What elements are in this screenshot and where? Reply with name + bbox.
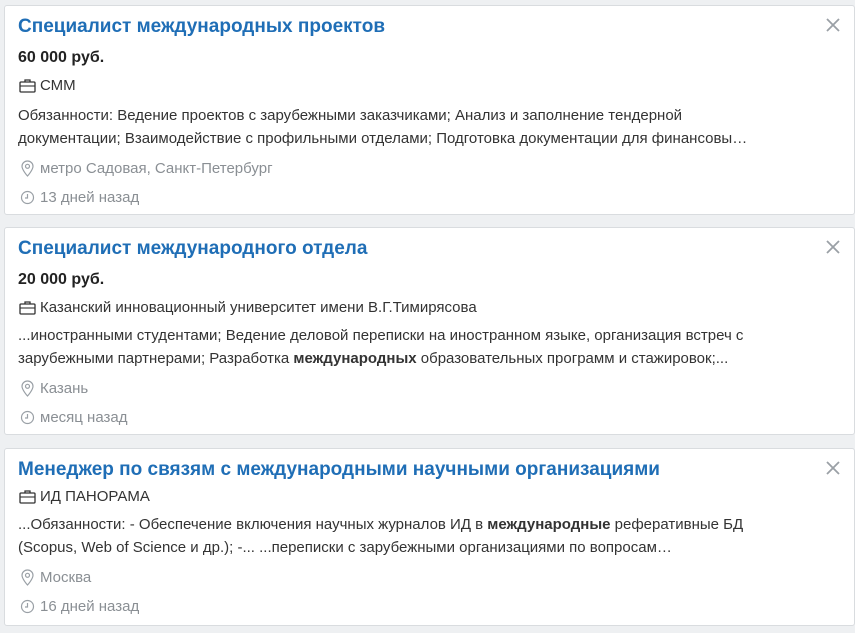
description-line: документации; Взаимодействие с профильны… bbox=[18, 130, 748, 147]
posted-time: 13 дней назад bbox=[40, 188, 140, 206]
vacancy-card: Специалист международного отдела 20 000 … bbox=[4, 227, 855, 435]
vacancy-card: Менеджер по связям с международными науч… bbox=[4, 448, 855, 626]
close-icon[interactable] bbox=[824, 16, 842, 34]
location-text: метро Садовая, Санкт-Петербург bbox=[40, 159, 273, 177]
description-text: ...Обязанности: - Обеспечение включения … bbox=[18, 516, 488, 533]
posted-row: 13 дней назад bbox=[18, 188, 139, 206]
highlighted-keyword: международных bbox=[293, 350, 417, 367]
clock-icon bbox=[18, 597, 36, 615]
map-pin-icon bbox=[18, 568, 36, 586]
highlighted-keyword: международные bbox=[487, 516, 611, 533]
posted-row: 16 дней назад bbox=[18, 597, 139, 615]
company-name[interactable]: Казанский инновационный университет имен… bbox=[40, 299, 477, 316]
description-line: Обязанности: Ведение проектов с зарубежн… bbox=[18, 107, 683, 124]
company-name[interactable]: СММ bbox=[40, 77, 76, 94]
company-name[interactable]: ИД ПАНОРАМА bbox=[40, 488, 150, 505]
vacancy-title-link[interactable]: Специалист международных проектов bbox=[18, 16, 385, 38]
description-text: образовательных программ и стажировок;..… bbox=[416, 350, 729, 367]
description-line: зарубежными партнерами; Разработка между… bbox=[18, 347, 840, 370]
location-text: Москва bbox=[40, 568, 92, 586]
vacancy-description: ...Обязанности: - Обеспечение включения … bbox=[18, 513, 840, 559]
vacancy-description: ...иностранными студентами; Ведение дело… bbox=[18, 324, 840, 370]
map-pin-icon bbox=[18, 159, 36, 177]
description-line: ...иностранными студентами; Ведение дело… bbox=[18, 327, 744, 344]
description-line: ...Обязанности: - Обеспечение включения … bbox=[18, 513, 840, 536]
description-text: зарубежными партнерами; Разработка bbox=[18, 350, 294, 367]
close-icon[interactable] bbox=[824, 238, 842, 256]
map-pin-icon bbox=[18, 379, 36, 397]
clock-icon bbox=[18, 408, 36, 426]
clock-icon bbox=[18, 188, 36, 206]
briefcase-icon bbox=[18, 487, 36, 505]
vacancy-title-link[interactable]: Менеджер по связям с международными науч… bbox=[18, 459, 660, 481]
close-icon[interactable] bbox=[824, 459, 842, 477]
vacancy-list: Специалист международных проектов 60 000… bbox=[0, 0, 855, 633]
location-row: Москва bbox=[18, 568, 91, 586]
posted-time: 16 дней назад bbox=[40, 597, 140, 615]
salary: 60 000 руб. bbox=[18, 49, 105, 66]
location-text: Казань bbox=[40, 379, 89, 397]
posted-time: месяц назад bbox=[40, 408, 128, 426]
vacancy-card: Специалист международных проектов 60 000… bbox=[4, 5, 855, 215]
company-row: СММ bbox=[18, 76, 76, 94]
salary: 20 000 руб. bbox=[18, 271, 105, 288]
vacancy-description: Обязанности: Ведение проектов с зарубежн… bbox=[18, 104, 840, 150]
company-row: ИД ПАНОРАМА bbox=[18, 487, 150, 505]
briefcase-icon bbox=[18, 76, 36, 94]
company-row: Казанский инновационный университет имен… bbox=[18, 298, 477, 316]
location-row: Казань bbox=[18, 379, 88, 397]
description-text: реферативные БД bbox=[610, 516, 744, 533]
briefcase-icon bbox=[18, 298, 36, 316]
location-row: метро Садовая, Санкт-Петербург bbox=[18, 159, 273, 177]
vacancy-title-link[interactable]: Специалист международного отдела bbox=[18, 238, 367, 260]
posted-row: месяц назад bbox=[18, 408, 127, 426]
description-line: (Scopus, Web of Science и др.); -... ...… bbox=[18, 539, 672, 556]
